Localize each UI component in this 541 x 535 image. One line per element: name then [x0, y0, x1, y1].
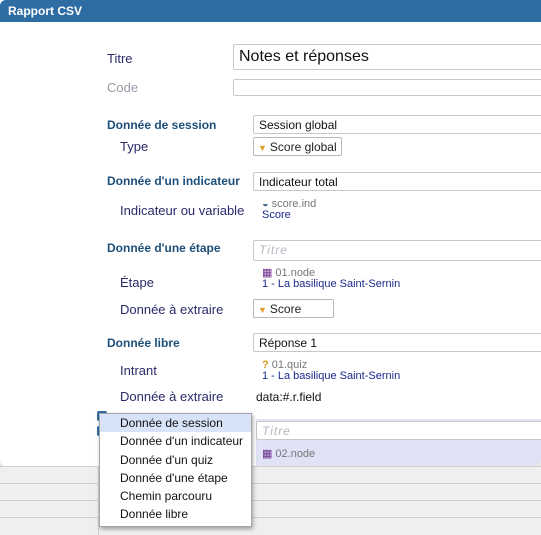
table-row: [0, 483, 541, 501]
menu-item-indicateur[interactable]: Donnée d'un indicateur: [100, 432, 251, 450]
etape-extract-value: Score: [269, 302, 302, 316]
titre-label: Titre: [107, 51, 133, 66]
indicateur-ref-title: Score: [262, 209, 291, 221]
etape-step-ref[interactable]: ▦ 01.node 1 - La basilique Saint-Sernin: [262, 268, 400, 290]
menu-item-quiz[interactable]: Donnée d'un quiz: [100, 451, 251, 469]
csv-report-panel: Rapport CSV Titre Notes et réponses Code…: [0, 0, 541, 466]
next-title-input[interactable]: Titre: [256, 421, 541, 440]
next-step-ref[interactable]: ▦ 02.node: [262, 449, 315, 460]
session-type-label: Type: [120, 139, 149, 154]
titre-input[interactable]: Notes et réponses: [233, 44, 541, 70]
session-input[interactable]: Session global: [253, 115, 541, 134]
chevron-down-icon: ▼: [258, 305, 267, 315]
node-icon: ▦: [262, 448, 273, 460]
etape-section-title: Donnée d'une étape: [107, 241, 221, 255]
indicateur-ref[interactable]: ◒ score.ind Score: [262, 199, 316, 221]
etape-title-input[interactable]: Titre: [253, 240, 541, 261]
libre-extract-value[interactable]: data:#.r.field: [256, 390, 321, 404]
chevron-down-icon: ▼: [258, 143, 267, 153]
libre-intrant-ref[interactable]: ? 01.quiz 1 - La basilique Saint-Sernin: [262, 360, 400, 382]
etape-extract-label: Donnée à extraire: [120, 302, 224, 317]
window-titlebar: Rapport CSV: [0, 0, 541, 22]
add-data-menu: Donnée de session Donnée d'un indicateur…: [99, 413, 252, 527]
next-ref-name: 02.node: [275, 448, 316, 460]
libre-section-title: Donnée libre: [107, 336, 180, 350]
indicateur-var-label: Indicateur ou variable: [120, 203, 245, 218]
indicateur-section-title: Donnée d'un indicateur: [107, 174, 240, 188]
etape-step-label: Étape: [120, 275, 154, 290]
libre-intrant-label: Intrant: [120, 363, 157, 378]
table-row: [0, 466, 541, 484]
menu-item-libre[interactable]: Donnée libre: [100, 505, 251, 523]
table-row: [0, 500, 541, 518]
code-label: Code: [107, 80, 139, 95]
etape-ref-title: 1 - La basilique Saint-Sernin: [262, 278, 401, 290]
libre-extract-label: Donnée à extraire: [120, 389, 224, 404]
next-item-block: Titre ▦ 02.node: [256, 419, 541, 466]
libre-ref-title: 1 - La basilique Saint-Sernin: [262, 370, 401, 382]
code-input[interactable]: [233, 79, 541, 96]
background-table: [0, 466, 541, 535]
table-row: [0, 517, 541, 535]
etape-extract-dropdown[interactable]: ▼ Score: [253, 299, 334, 318]
session-type-dropdown[interactable]: ▼ Score global: [253, 137, 342, 156]
indicateur-input[interactable]: Indicateur total: [253, 172, 541, 191]
menu-item-chemin[interactable]: Chemin parcouru: [100, 487, 251, 505]
session-section-title: Donnée de session: [107, 118, 217, 132]
menu-item-session[interactable]: Donnée de session: [100, 414, 251, 433]
window-title: Rapport CSV: [8, 4, 83, 18]
session-type-value: Score global: [269, 140, 337, 154]
libre-input[interactable]: Réponse 1: [253, 333, 541, 352]
menu-item-etape[interactable]: Donnée d'une étape: [100, 469, 251, 487]
